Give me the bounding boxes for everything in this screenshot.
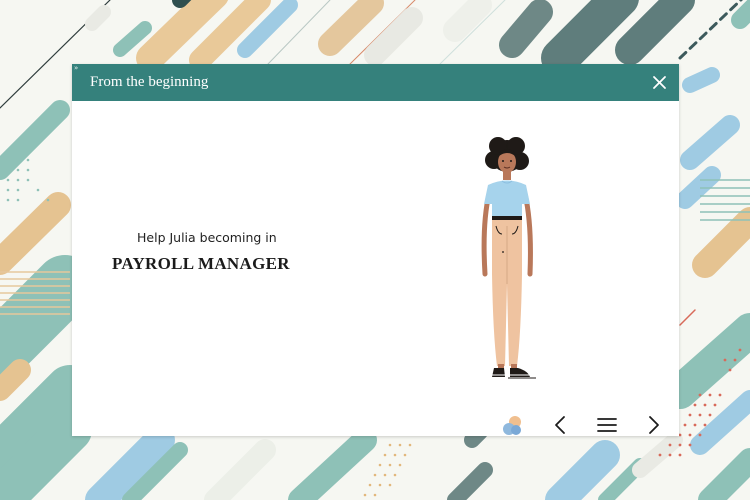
window-title: From the beginning — [90, 74, 209, 90]
julia-character-illustration — [481, 137, 536, 379]
role-headline: PAYROLL MANAGER — [112, 254, 290, 273]
lesson-window: » From the beginning Help Julia becoming… — [72, 64, 679, 436]
chevron-right-icon[interactable] — [642, 413, 666, 437]
hamburger-menu-icon[interactable] — [595, 413, 619, 437]
chevron-left-icon[interactable] — [548, 413, 572, 437]
intro-text: Help Julia becoming in — [137, 230, 277, 245]
character-avatar-icon[interactable] — [501, 414, 525, 436]
window-titlebar: » From the beginning — [72, 64, 679, 101]
close-icon[interactable] — [652, 75, 667, 90]
expand-arrows-icon[interactable]: » — [74, 65, 78, 72]
